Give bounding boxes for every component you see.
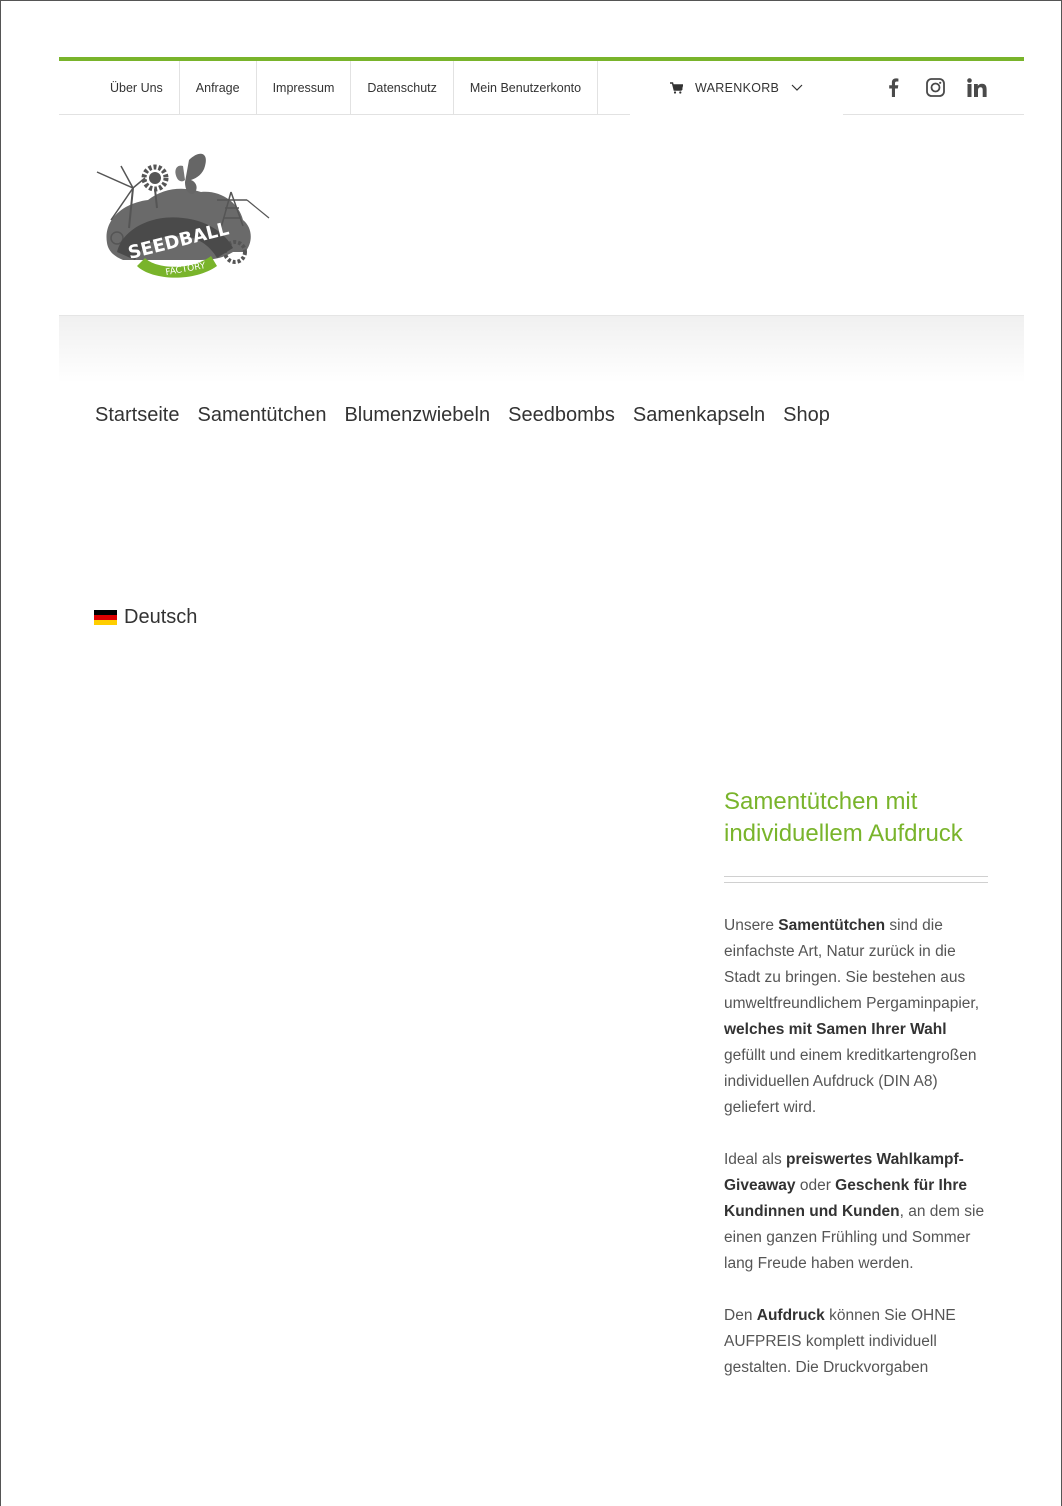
nav-item-blumenzwiebeln[interactable]: Blumenzwiebeln <box>344 404 490 427</box>
nav-item-samentuetchen[interactable]: Samentütchen <box>197 404 326 427</box>
sidebar-separator <box>724 876 988 883</box>
nav-item-startseite[interactable]: Startseite <box>95 404 179 427</box>
nav-item-samenkapseln[interactable]: Samenkapseln <box>633 404 765 427</box>
top-menu-item-ueber-uns[interactable]: Über Uns <box>95 61 180 114</box>
text-span: Den <box>724 1307 757 1324</box>
text-span: gefüllt und einem kreditkartengroßen ind… <box>724 1047 977 1116</box>
top-menu-item-impressum[interactable]: Impressum <box>257 61 352 114</box>
facebook-icon[interactable] <box>882 77 904 99</box>
top-bar-divider <box>843 114 1024 115</box>
text-span: oder <box>795 1177 836 1194</box>
cart-button[interactable]: WARENKORB <box>630 61 843 114</box>
social-links <box>882 61 988 114</box>
bold-text: Samentütchen <box>778 917 886 934</box>
sidebar-paragraph: Ideal als preiswertes Wahlkampf-Giveaway… <box>724 1147 988 1277</box>
top-bar: Über Uns Anfrage Impressum Datenschutz M… <box>59 57 1024 115</box>
sidebar-paragraph: Unsere Samentütchen sind die einfachste … <box>724 913 988 1121</box>
top-bar-divider <box>59 114 630 115</box>
shopping-cart-icon <box>670 81 683 94</box>
seedball-factory-logo[interactable]: SEEDBALL FACTORY <box>93 148 273 283</box>
language-label: Deutsch <box>124 606 198 628</box>
top-menu-item-datenschutz[interactable]: Datenschutz <box>351 61 454 114</box>
sidebar-title: Samentütchen mit individuellem Aufdruck <box>724 788 963 847</box>
bold-text: Aufdruck <box>756 1307 825 1324</box>
header-divider <box>59 315 1024 383</box>
text-span: Unsere <box>724 917 779 934</box>
sidebar-paragraph: Den Aufdruck können Sie OHNE AUFPREIS ko… <box>724 1303 988 1381</box>
german-flag-icon <box>94 610 117 625</box>
nav-item-shop[interactable]: Shop <box>783 404 830 427</box>
language-switcher[interactable]: Deutsch <box>94 606 197 629</box>
sidebar-text: Unsere Samentütchen sind die einfachste … <box>724 913 988 1381</box>
bold-text: welches mit Samen Ihrer Wahl <box>724 1021 947 1038</box>
linkedin-icon[interactable] <box>966 77 988 99</box>
chevron-down-icon <box>791 84 803 91</box>
top-menu: Über Uns Anfrage Impressum Datenschutz M… <box>95 61 599 114</box>
nav-item-seedbombs[interactable]: Seedbombs <box>508 404 615 427</box>
cart-label: WARENKORB <box>695 80 780 95</box>
instagram-icon[interactable] <box>924 77 946 99</box>
main-navigation: Startseite Samentütchen Blumenzwiebeln S… <box>95 404 830 427</box>
top-menu-item-benutzerkonto[interactable]: Mein Benutzerkonto <box>454 61 599 114</box>
top-menu-item-anfrage[interactable]: Anfrage <box>180 61 257 114</box>
sidebar-widget: Samentütchen mit individuellem Aufdruck … <box>724 786 988 1407</box>
text-span: Ideal als <box>724 1151 787 1168</box>
